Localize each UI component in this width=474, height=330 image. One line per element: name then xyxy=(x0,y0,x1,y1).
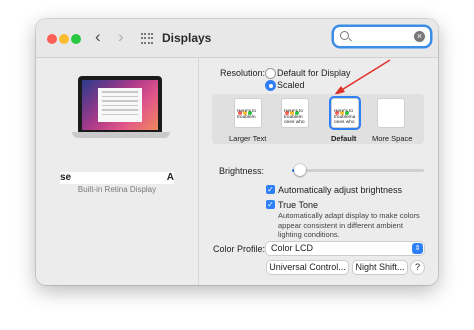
universal-control-button[interactable]: Universal Control... xyxy=(267,261,348,274)
scale-option-larger-text[interactable]: Here's to troublem xyxy=(234,98,262,128)
color-profile-value: Color LCD xyxy=(271,243,314,253)
true-tone-checkbox[interactable]: ✓ xyxy=(266,200,275,209)
label-more-space: More Space xyxy=(372,134,413,143)
help-button[interactable]: ? xyxy=(411,261,424,274)
scale-sample-text: Here's to troublema ones who xyxy=(334,109,356,126)
auto-brightness-checkbox[interactable]: ✓ xyxy=(266,185,275,194)
annotation-arrow xyxy=(334,59,391,95)
label-larger-text: Larger Text xyxy=(229,134,267,143)
scale-option-2[interactable]: Here's to troublem ones who xyxy=(281,98,309,128)
night-shift-button[interactable]: Night Shift... xyxy=(353,261,407,274)
label-default: Default xyxy=(331,134,357,143)
scale-sample-text: Here's to troublem ones who xyxy=(284,109,305,126)
scale-option-more-space[interactable] xyxy=(377,98,405,128)
brightness-slider[interactable] xyxy=(292,164,424,176)
color-profile-label: Color Profile: xyxy=(213,244,266,254)
true-tone-label[interactable]: True Tone xyxy=(278,200,318,210)
brightness-label: Brightness: xyxy=(219,166,265,176)
auto-brightness-label[interactable]: Automatically adjust brightness xyxy=(278,185,402,195)
true-tone-description: Automatically adapt display to make colo… xyxy=(278,211,420,239)
scale-option-default[interactable]: Here's to troublema ones who xyxy=(331,98,359,128)
scale-sample-text: Here's to troublem xyxy=(237,109,257,120)
color-profile-select[interactable]: Color LCD ⇕ xyxy=(266,242,424,255)
chevron-updown-icon: ⇕ xyxy=(412,243,423,254)
brightness-slider-knob[interactable] xyxy=(293,164,306,176)
